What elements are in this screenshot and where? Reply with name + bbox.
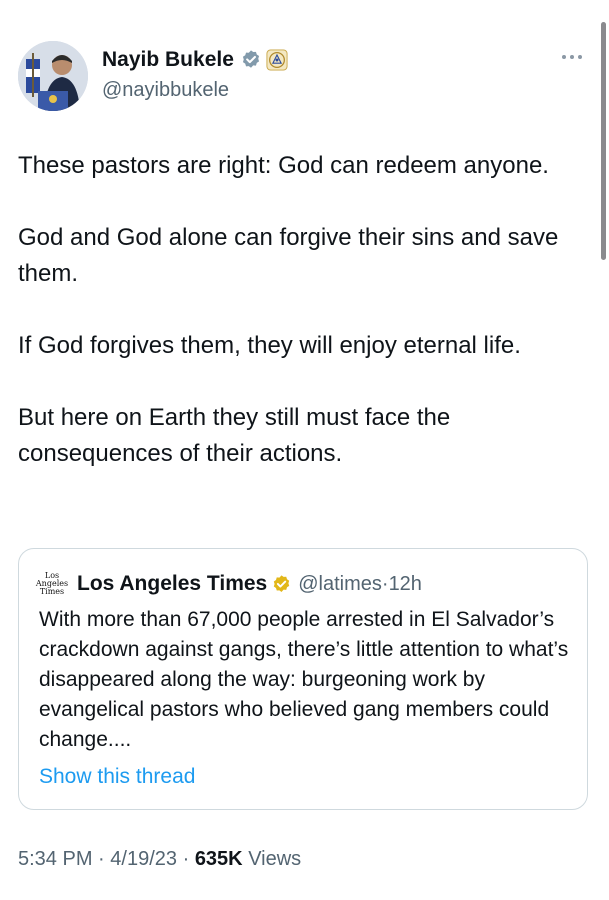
quoted-tweet-text: With more than 67,000 people arrested in… (39, 608, 569, 751)
quoted-tweet-header: Los Angeles Times Los Angeles Times @lat… (35, 569, 422, 599)
views-count: 635K (194, 848, 243, 870)
gold-verified-badge-icon (274, 574, 290, 592)
tweet-body: These pastors are right: God can redeem … (18, 148, 588, 472)
author-display-name[interactable]: Nayib Bukele (102, 48, 234, 72)
show-thread-link[interactable]: Show this thread (39, 765, 195, 789)
quoted-handle-time: @latimes·12h (298, 573, 422, 596)
tweet-date[interactable]: 4/19/23 (110, 848, 177, 870)
separator: · (182, 848, 190, 870)
more-options-icon[interactable] (559, 47, 585, 67)
author-name-row: Nayib Bukele (102, 48, 288, 72)
separator: · (98, 848, 105, 870)
tweet-meta: 5:34 PM · 4/19/23 · 635K Views (18, 848, 301, 871)
author-avatar[interactable] (18, 41, 88, 111)
tweet-header: Nayib Bukele @nayibbukele (18, 41, 593, 113)
quoted-time: 12h (388, 572, 422, 595)
views-label: Views (248, 848, 302, 870)
tweet-time[interactable]: 5:34 PM (18, 848, 92, 870)
quoted-handle: @latimes (298, 572, 382, 595)
latimes-logo: Los Angeles Times (35, 569, 69, 599)
tweet-paragraph: These pastors are right: God can redeem … (18, 152, 549, 179)
author-handle[interactable]: @nayibbukele (102, 79, 229, 102)
separator: · (381, 572, 389, 595)
tweet-paragraph: But here on Earth they still must face t… (18, 404, 451, 467)
scrollbar[interactable] (601, 22, 606, 260)
verified-badge-icon (242, 50, 259, 68)
quoted-tweet-card[interactable]: Los Angeles Times Los Angeles Times @lat… (18, 548, 588, 810)
avatar-photo (18, 41, 88, 111)
tweet-paragraph: God and God alone can forgive their sins… (18, 224, 559, 287)
tweet-paragraph: If God forgives them, they will enjoy et… (18, 332, 521, 359)
government-seal-icon[interactable] (266, 49, 288, 71)
quoted-display-name[interactable]: Los Angeles Times (77, 572, 267, 596)
logo-line: Times (39, 587, 65, 596)
